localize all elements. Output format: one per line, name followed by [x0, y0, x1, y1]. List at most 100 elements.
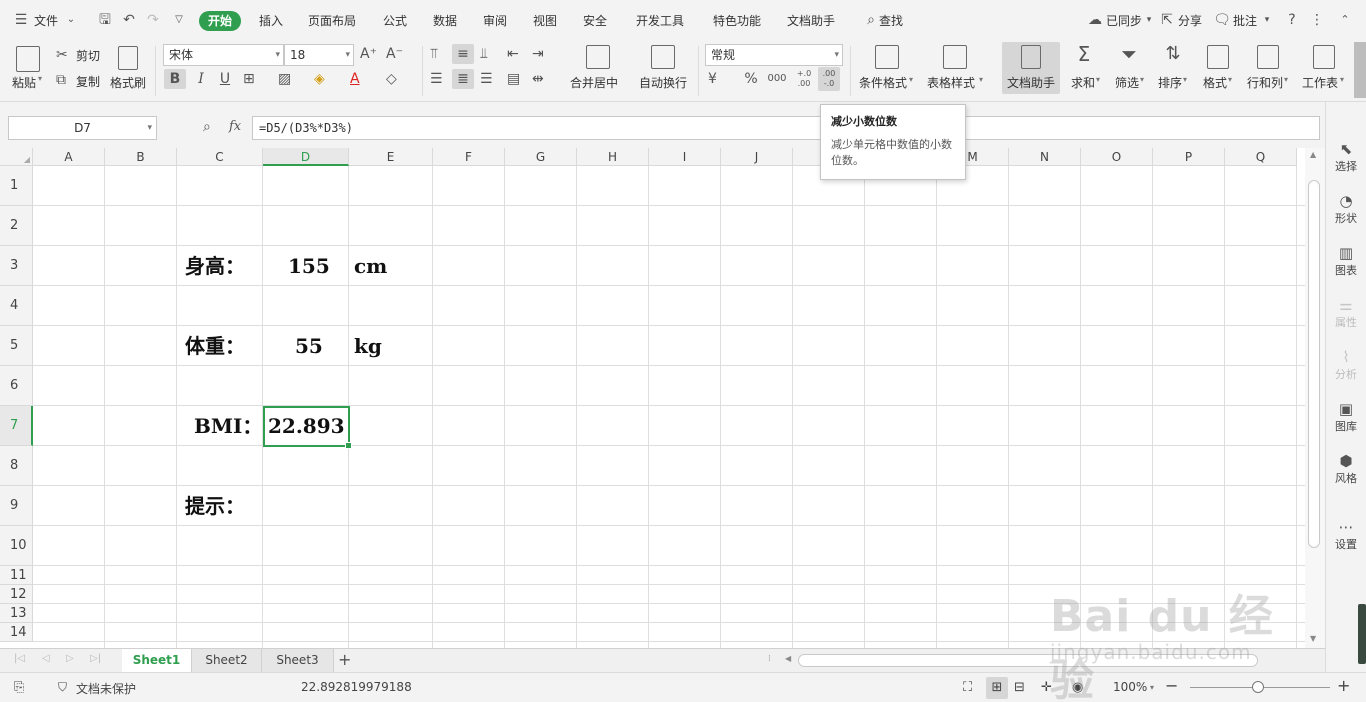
- vertical-scroll-thumb[interactable]: [1308, 180, 1320, 548]
- next-sheet-icon[interactable]: ▷: [66, 653, 74, 664]
- borders-icon[interactable]: ⊞: [243, 69, 255, 89]
- ribbon-scroll-handle[interactable]: [1354, 42, 1366, 98]
- chevron-down-icon[interactable]: ⌄: [62, 11, 80, 29]
- vertical-scrollbar[interactable]: ▲ ▼: [1305, 148, 1325, 648]
- align-middle-icon[interactable]: ≡: [452, 44, 474, 64]
- format-painter-button[interactable]: 格式刷: [110, 74, 146, 91]
- cell-d3[interactable]: 155: [288, 246, 330, 286]
- paste-icon[interactable]: [16, 46, 40, 72]
- increase-decimal-button[interactable]: +.0 .00: [793, 69, 815, 89]
- doc-assistant-button[interactable]: 文档助手: [1007, 74, 1055, 91]
- font-name-select[interactable]: 宋体 ▾: [163, 44, 284, 66]
- tab-view[interactable]: 视图: [533, 11, 557, 31]
- row-header-1[interactable]: 1: [0, 166, 33, 206]
- file-menu[interactable]: 文件: [34, 11, 58, 31]
- cell-e3[interactable]: cm: [354, 246, 387, 286]
- row-header-3[interactable]: 3: [0, 246, 33, 286]
- sum-button[interactable]: 求和: [1071, 74, 1095, 91]
- column-header-a[interactable]: A: [33, 148, 105, 166]
- tab-review[interactable]: 审阅: [483, 11, 507, 31]
- align-top-icon[interactable]: ⫪: [430, 44, 438, 64]
- scissors-icon[interactable]: ✂: [56, 45, 68, 65]
- row-header-11[interactable]: 11: [0, 566, 33, 585]
- format-icon[interactable]: [1207, 45, 1229, 69]
- paste-button[interactable]: 粘贴: [12, 74, 36, 91]
- align-right-icon[interactable]: ☰: [480, 69, 493, 89]
- column-header-d[interactable]: D: [263, 148, 349, 166]
- chevron-down-icon[interactable]: ▾: [1284, 75, 1288, 84]
- prev-sheet-icon[interactable]: ◁: [42, 653, 50, 664]
- sheet-tab-sheet1[interactable]: Sheet1: [122, 649, 192, 672]
- tab-security[interactable]: 安全: [583, 11, 607, 31]
- doc-assistant-icon[interactable]: [1021, 45, 1041, 69]
- add-sheet-icon[interactable]: +: [338, 650, 351, 669]
- thousands-separator-button[interactable]: 000: [765, 69, 789, 89]
- cut-button[interactable]: 剪切: [76, 47, 100, 64]
- side-select[interactable]: ⬉ 选择: [1326, 140, 1366, 174]
- zoom-lookup-icon[interactable]: ⌕: [203, 119, 211, 135]
- indent-decrease-icon[interactable]: ⇤: [507, 44, 519, 64]
- tab-data[interactable]: 数据: [433, 11, 457, 31]
- save-icon[interactable]: 🖫: [96, 11, 114, 29]
- tab-insert[interactable]: 插入: [259, 11, 283, 31]
- search-icon[interactable]: ⌕: [862, 11, 880, 29]
- more-icon[interactable]: ⋮: [1308, 11, 1326, 29]
- chevron-down-icon[interactable]: ▾: [909, 75, 913, 84]
- collapse-ribbon-icon[interactable]: ⌃: [1336, 11, 1354, 29]
- copy-icon[interactable]: ⧉: [56, 70, 66, 90]
- clear-format-icon[interactable]: ◇: [386, 69, 397, 89]
- zoom-in-icon[interactable]: +: [1337, 676, 1350, 695]
- row-header-5[interactable]: 5: [0, 326, 33, 366]
- column-header-f[interactable]: F: [433, 148, 505, 166]
- row-header-12[interactable]: 12: [0, 585, 33, 604]
- chevron-down-icon[interactable]: ▾: [1183, 75, 1187, 84]
- percent-button[interactable]: %: [742, 69, 760, 89]
- split-handle-icon[interactable]: ⁞: [768, 654, 771, 664]
- chevron-down-icon[interactable]: ▾: [147, 117, 152, 139]
- row-header-14[interactable]: 14: [0, 623, 33, 642]
- tab-special[interactable]: 特色功能: [713, 11, 761, 31]
- chevron-down-icon[interactable]: ▾: [1140, 75, 1144, 84]
- font-size-select[interactable]: 18 ▾: [284, 44, 354, 66]
- column-header-q[interactable]: Q: [1225, 148, 1297, 166]
- cell-e5[interactable]: kg: [354, 326, 382, 366]
- chevron-down-icon[interactable]: ▾: [1140, 11, 1158, 29]
- share-button[interactable]: 分享: [1178, 11, 1202, 31]
- fx-icon[interactable]: fx: [229, 119, 241, 134]
- chevron-down-icon[interactable]: ▾: [1096, 75, 1100, 84]
- worksheet-button[interactable]: 工作表: [1302, 74, 1338, 91]
- name-box[interactable]: D7 ▾: [8, 116, 157, 140]
- conditional-format-button[interactable]: 条件格式: [859, 74, 907, 91]
- sum-icon[interactable]: Σ: [1074, 44, 1094, 64]
- chevron-down-icon[interactable]: ▾: [38, 74, 42, 83]
- column-header-i[interactable]: I: [649, 148, 721, 166]
- filter-icon[interactable]: ⏷: [1118, 44, 1140, 64]
- tab-page-layout[interactable]: 页面布局: [308, 11, 356, 31]
- cell-c7[interactable]: BMI：: [194, 406, 262, 446]
- column-header-e[interactable]: E: [349, 148, 433, 166]
- undo-icon[interactable]: ↶: [120, 11, 138, 29]
- rows-cols-icon[interactable]: [1257, 45, 1279, 69]
- column-header-p[interactable]: P: [1153, 148, 1225, 166]
- rows-cols-button[interactable]: 行和列: [1247, 74, 1283, 91]
- search-command[interactable]: 查找: [879, 11, 903, 31]
- align-center-icon[interactable]: ≣: [452, 69, 474, 89]
- row-header-6[interactable]: 6: [0, 366, 33, 406]
- tab-developer[interactable]: 开发工具: [636, 11, 684, 31]
- side-settings[interactable]: ⋯ 设置: [1326, 518, 1366, 552]
- bold-button[interactable]: B: [164, 69, 186, 89]
- cell-c5[interactable]: 体重：: [185, 326, 245, 366]
- row-header-4[interactable]: 4: [0, 286, 33, 326]
- redo-icon[interactable]: ↷: [144, 11, 162, 29]
- fill-color-icon[interactable]: ◈: [314, 69, 325, 89]
- normal-view-icon[interactable]: ⊞: [986, 677, 1008, 699]
- comment-button[interactable]: 批注: [1233, 11, 1257, 31]
- table-style-button[interactable]: 表格样式: [927, 74, 975, 91]
- conditional-format-icon[interactable]: [875, 45, 899, 69]
- table-style-icon[interactable]: [943, 45, 967, 69]
- chevron-down-icon[interactable]: ▾: [1340, 75, 1344, 84]
- row-header-7[interactable]: 7: [0, 406, 33, 446]
- align-bottom-icon[interactable]: ⫫: [480, 44, 488, 64]
- column-header-j[interactable]: J: [721, 148, 793, 166]
- worksheet-icon[interactable]: [1313, 45, 1335, 69]
